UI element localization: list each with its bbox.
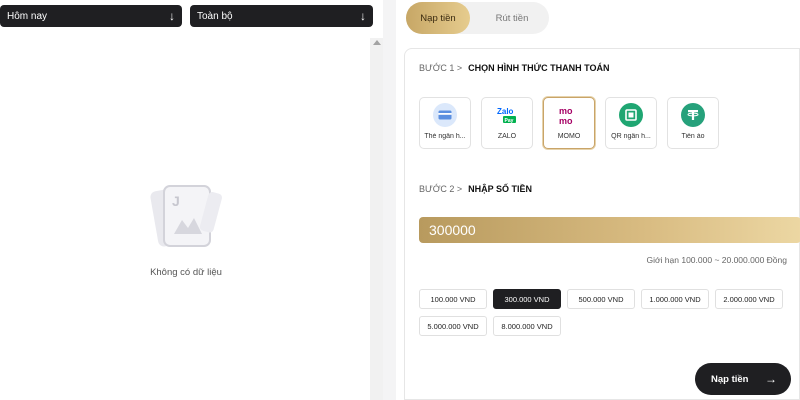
svg-text:mo: mo [559,106,573,116]
amount-chip[interactable]: 500.000 VND [567,289,635,309]
type-filter-dropdown[interactable]: Toàn bộ ↓ [190,5,373,27]
amount-chip[interactable]: 5.000.000 VND [419,316,487,336]
amount-chip-selected[interactable]: 300.000 VND [493,289,561,309]
bank-card-icon [433,103,457,127]
step-2-title: NHẬP SỐ TIỀN [468,184,533,194]
svg-text:mo: mo [559,116,573,126]
date-filter-label: Hôm nay [7,10,48,22]
history-scrollbar[interactable] [370,38,383,400]
amount-options: 100.000 VND 300.000 VND 500.000 VND 1.00… [419,289,789,336]
empty-state-text: Không có dữ liệu [150,267,222,278]
arrow-down-icon: ↓ [169,9,175,23]
method-label: Tiền ảo [681,133,705,140]
scroll-up-icon[interactable] [373,40,381,45]
method-bank-card[interactable]: Thẻ ngân h... [419,97,471,149]
empty-card-icon: J [150,178,226,258]
tab-bar: Nạp tiền Rút tiền [406,2,549,34]
method-zalo[interactable]: Zalo Pay ZALO [481,97,533,149]
step-1-header: BƯỚC 1 > CHỌN HÌNH THỨC THANH TOÁN [419,63,609,73]
amount-input[interactable]: 300000 [419,217,800,243]
step-1-number: BƯỚC 1 > [419,63,463,73]
tab-deposit[interactable]: Nạp tiền [406,2,470,34]
amount-chip[interactable]: 100.000 VND [419,289,487,309]
payment-methods: Thẻ ngân h... Zalo Pay ZALO mo mo MOMO Q… [419,97,719,149]
svg-text:J: J [172,193,180,209]
amount-chip[interactable]: 8.000.000 VND [493,316,561,336]
method-qr-bank[interactable]: QR ngân h... [605,97,657,149]
step-1-title: CHỌN HÌNH THỨC THANH TOÁN [468,63,610,73]
history-panel: Hôm nay ↓ Toàn bộ ↓ J Không có dữ liệu [0,0,383,400]
momo-icon: mo mo [557,103,581,127]
arrow-right-icon: → [765,372,777,386]
qr-bank-icon [619,103,643,127]
deposit-submit-button[interactable]: Nạp tiền → [695,363,791,395]
tether-icon [681,103,705,127]
deposit-form-card: BƯỚC 1 > CHỌN HÌNH THỨC THANH TOÁN Thẻ n… [404,48,800,400]
date-filter-dropdown[interactable]: Hôm nay ↓ [0,5,182,27]
step-2-number: BƯỚC 2 > [419,184,463,194]
method-momo[interactable]: mo mo MOMO [543,97,595,149]
submit-label: Nạp tiền [711,373,749,385]
svg-text:Pay: Pay [505,118,514,124]
amount-limit-text: Giới hạn 100.000 ~ 20.000.000 Đồng [646,255,787,265]
amount-chip[interactable]: 2.000.000 VND [715,289,783,309]
tab-withdraw[interactable]: Rút tiền [480,2,544,34]
method-crypto[interactable]: Tiền ảo [667,97,719,149]
zalopay-icon: Zalo Pay [495,103,519,127]
method-label: ZALO [497,133,517,140]
method-label: MOMO [557,133,581,140]
method-label: QR ngân h... [611,133,651,140]
arrow-down-icon: ↓ [360,9,366,23]
amount-chip[interactable]: 1.000.000 VND [641,289,709,309]
type-filter-label: Toàn bộ [197,10,233,22]
step-2-header: BƯỚC 2 > NHẬP SỐ TIỀN [419,184,532,194]
svg-text:Zalo: Zalo [497,107,514,116]
deposit-panel: Nạp tiền Rút tiền BƯỚC 1 > CHỌN HÌNH THỨ… [396,0,800,400]
method-label: Thẻ ngân h... [424,133,466,140]
